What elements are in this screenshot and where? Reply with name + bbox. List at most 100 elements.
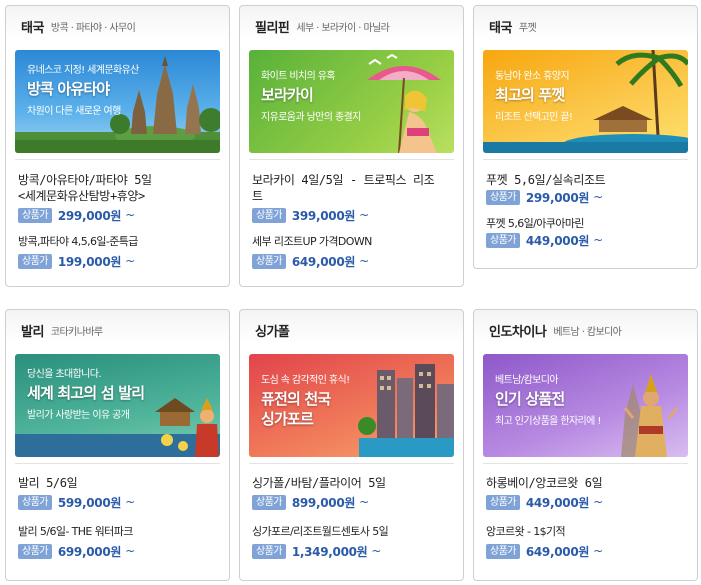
product-name[interactable]: 싱가폴/바탐/플라이어 5일 bbox=[252, 475, 463, 491]
price-from-mark: ~ bbox=[593, 495, 604, 509]
price-from-mark: ~ bbox=[125, 208, 136, 222]
product-item[interactable]: 발리 5/6일- THE 워터파크 상품가 699,000원 ~ bbox=[6, 524, 229, 559]
price-badge: 상품가 bbox=[486, 543, 520, 559]
region-title: 발리 bbox=[21, 324, 44, 340]
card-header: 태국 방콕 · 파타야 · 사무이 bbox=[6, 6, 229, 46]
banner-tagline: 유네스코 지정! 세계문화유산 bbox=[27, 65, 139, 76]
banner-subtitle: 최고 인기상품을 한자리에 ! bbox=[495, 416, 601, 427]
promo-banner[interactable]: 도심 속 감각적인 휴식! 퓨전의 천국 싱가포르 bbox=[249, 354, 454, 457]
price-badge: 상품가 bbox=[252, 494, 286, 510]
banner-tagline: 도심 속 감각적인 휴식! bbox=[261, 375, 350, 386]
price-from-mark: ~ bbox=[359, 495, 370, 509]
promo-banner[interactable]: 동남아 완소 휴양지 최고의 푸껫 리조트 선택고민 끝! bbox=[483, 50, 688, 153]
promo-banner[interactable]: 화이트 비치의 유혹 보라카이 지유로움과 낭만의 종결지 bbox=[249, 50, 454, 153]
deal-card-thailand-bangkok[interactable]: 태국 방콕 · 파타야 · 사무이 유네스코 지정! 세계문화유산 방콕 아유타… bbox=[5, 5, 230, 287]
product-price: 899,000원 bbox=[291, 495, 356, 510]
product-price: 449,000원 bbox=[525, 233, 590, 248]
card-header: 인도차이나 베트남 · 캄보디아 bbox=[474, 310, 697, 350]
price-badge: 상품가 bbox=[486, 189, 520, 205]
banner-headline: 세계 최고의 섬 발리 bbox=[27, 384, 145, 402]
region-title: 필리핀 bbox=[255, 20, 290, 36]
banner-headline-line2: 싱가포르 bbox=[261, 410, 314, 428]
product-name[interactable]: 하롱베이/앙코르왓 6일 bbox=[486, 475, 697, 491]
deal-card-singapore[interactable]: 싱가폴 도심 속 감각적인 휴식! 퓨전의 천국 싱가포르 싱가폴/바탐/플라이… bbox=[239, 309, 464, 581]
banner-headline: 방콕 아유타야 bbox=[27, 80, 110, 98]
product-item[interactable]: 방콕/아유타야/파타야 5일 <세계문화유산탐방+휴양> 상품가 299,000… bbox=[6, 172, 229, 223]
product-name[interactable]: 방콕,파타야 4,5,6일-준특급 bbox=[18, 234, 229, 250]
product-price: 299,000원 bbox=[525, 190, 590, 205]
product-item[interactable]: 푸껫 5,6일/아쿠아마린 상품가 449,000원 ~ bbox=[474, 216, 697, 248]
product-name[interactable]: 세부 리조트UP 가격DOWN bbox=[252, 234, 463, 250]
divider bbox=[249, 463, 454, 464]
price-from-mark: ~ bbox=[359, 208, 370, 222]
product-name[interactable]: 푸껫 5,6일/아쿠아마린 bbox=[486, 216, 697, 232]
banner-subtitle: 리조트 선택고민 끝! bbox=[495, 112, 573, 123]
product-item[interactable]: 보라카이 4일/5일 - 트로픽스 리조 트 상품가 399,000원 ~ bbox=[240, 172, 463, 223]
promo-banner[interactable]: 유네스코 지정! 세계문화유산 방콕 아유타야 차원이 다른 새로운 여행 bbox=[15, 50, 220, 153]
product-name-line2[interactable]: 트 bbox=[252, 188, 463, 204]
divider bbox=[483, 159, 688, 160]
product-item[interactable]: 앙코르왓 - 1$기적 상품가 649,000원 ~ bbox=[474, 524, 697, 559]
divider bbox=[483, 463, 688, 464]
product-name-line2[interactable]: <세계문화유산탐방+휴양> bbox=[18, 188, 229, 204]
banner-headline: 인기 상품전 bbox=[495, 390, 565, 408]
product-item[interactable]: 하롱베이/앙코르왓 6일 상품가 449,000원 ~ bbox=[474, 475, 697, 510]
product-name[interactable]: 싱가포르/리조트월드센토사 5일 bbox=[252, 524, 463, 540]
city-list: 코타키나바루 bbox=[50, 326, 103, 338]
divider bbox=[249, 159, 454, 160]
product-price: 649,000원 bbox=[291, 254, 356, 269]
region-title: 태국 bbox=[489, 20, 512, 36]
price-badge: 상품가 bbox=[18, 207, 52, 223]
product-name[interactable]: 보라카이 4일/5일 - 트로픽스 리조 bbox=[252, 172, 463, 188]
product-item[interactable]: 발리 5/6일 상품가 599,000원 ~ bbox=[6, 475, 229, 510]
price-from-mark: ~ bbox=[125, 254, 136, 268]
product-item[interactable]: 싱가폴/바탐/플라이어 5일 상품가 899,000원 ~ bbox=[240, 475, 463, 510]
product-item[interactable]: 싱가포르/리조트월드센토사 5일 상품가 1,349,000원 ~ bbox=[240, 524, 463, 559]
deal-card-thailand-phuket[interactable]: 태국 푸껫 동남아 완소 휴양지 최고의 푸껫 리조트 선택고민 끝! 푸껫 5… bbox=[473, 5, 698, 269]
banner-tagline: 당신을 초대합니다. bbox=[27, 369, 102, 380]
product-price: 449,000원 bbox=[525, 495, 590, 510]
price-badge: 상품가 bbox=[18, 543, 52, 559]
product-name[interactable]: 방콕/아유타야/파타야 5일 bbox=[18, 172, 229, 188]
promo-banner[interactable]: 베트남/캄보디아 인기 상품전 최고 인기상품을 한자리에 ! bbox=[483, 354, 688, 457]
price-badge: 상품가 bbox=[252, 253, 286, 269]
price-badge: 상품가 bbox=[252, 543, 286, 559]
product-name[interactable]: 앙코르왓 - 1$기적 bbox=[486, 524, 697, 540]
product-item[interactable]: 방콕,파타야 4,5,6일-준특급 상품가 199,000원 ~ bbox=[6, 234, 229, 269]
divider bbox=[15, 463, 220, 464]
product-name[interactable]: 발리 5/6일- THE 워터파크 bbox=[18, 524, 229, 540]
product-name[interactable]: 발리 5/6일 bbox=[18, 475, 229, 491]
price-badge: 상품가 bbox=[18, 253, 52, 269]
banner-headline: 최고의 푸껫 bbox=[495, 86, 565, 104]
price-from-mark: ~ bbox=[593, 190, 604, 204]
card-header: 필리핀 세부 · 보라카이 · 마닐라 bbox=[240, 6, 463, 46]
banner-headline: 퓨전의 천국 bbox=[261, 390, 331, 408]
city-list: 세부 · 보라카이 · 마닐라 bbox=[296, 22, 390, 34]
product-item[interactable]: 푸껫 5,6일/실속리조트 상품가 299,000원 ~ bbox=[474, 172, 697, 205]
banner-tagline: 화이트 비치의 유혹 bbox=[261, 71, 336, 82]
product-name[interactable]: 푸껫 5,6일/실속리조트 bbox=[486, 172, 697, 188]
city-list: 푸껫 bbox=[518, 22, 537, 34]
product-price: 599,000원 bbox=[57, 495, 122, 510]
card-header: 싱가폴 bbox=[240, 310, 463, 350]
product-price: 399,000원 bbox=[291, 208, 356, 223]
city-list: 베트남 · 캄보디아 bbox=[553, 326, 622, 338]
deal-card-philippines[interactable]: 필리핀 세부 · 보라카이 · 마닐라 화이트 비치의 유혹 보라카이 지유로움… bbox=[239, 5, 464, 287]
region-title: 인도차이나 bbox=[489, 324, 547, 340]
price-from-mark: ~ bbox=[593, 544, 604, 558]
banner-tagline: 동남아 완소 휴양지 bbox=[495, 71, 570, 82]
promo-banner[interactable]: 당신을 초대합니다. 세계 최고의 섬 발리 발리가 사랑받는 이유 공개 bbox=[15, 354, 220, 457]
product-price: 699,000원 bbox=[57, 544, 122, 559]
product-price: 299,000원 bbox=[57, 208, 122, 223]
card-header: 발리 코타키나바루 bbox=[6, 310, 229, 350]
deal-card-indochina[interactable]: 인도차이나 베트남 · 캄보디아 베트남/캄보디아 인기 상품전 최고 인기상품… bbox=[473, 309, 698, 581]
deal-card-bali[interactable]: 발리 코타키나바루 당신을 초대합니다. 세계 최고의 섬 발리 발리가 사랑받… bbox=[5, 309, 230, 581]
city-list: 방콕 · 파타야 · 사무이 bbox=[50, 22, 136, 34]
price-badge: 상품가 bbox=[486, 232, 520, 248]
price-badge: 상품가 bbox=[252, 207, 286, 223]
price-from-mark: ~ bbox=[593, 233, 604, 247]
region-title: 싱가폴 bbox=[255, 324, 290, 340]
product-price: 1,349,000원 bbox=[291, 544, 368, 559]
product-item[interactable]: 세부 리조트UP 가격DOWN 상품가 649,000원 ~ bbox=[240, 234, 463, 269]
price-from-mark: ~ bbox=[359, 254, 370, 268]
